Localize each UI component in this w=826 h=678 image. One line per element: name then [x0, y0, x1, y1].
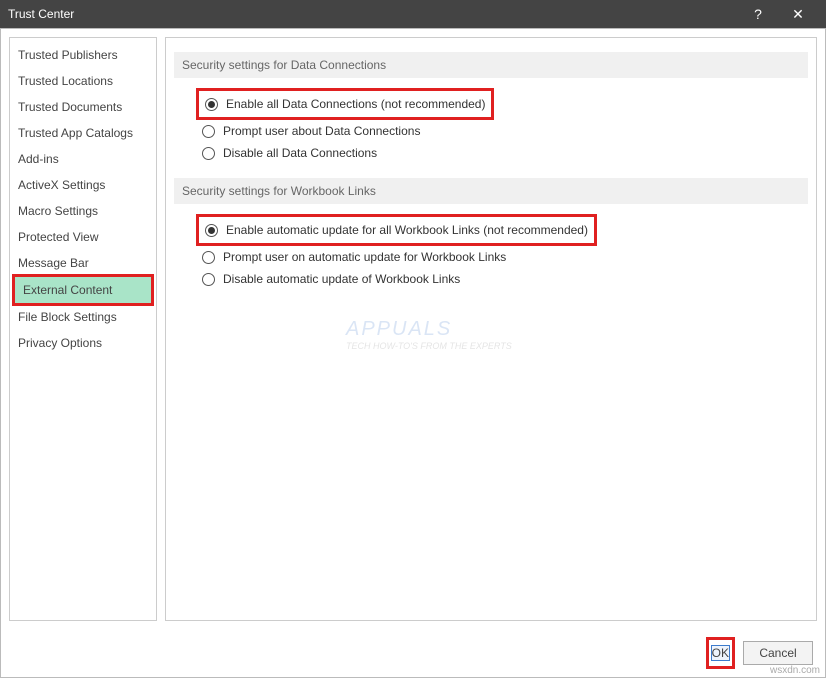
- sidebar-item-protected-view[interactable]: Protected View: [10, 224, 156, 250]
- radio-icon: [205, 224, 218, 237]
- sidebar-item-file-block-settings[interactable]: File Block Settings: [10, 304, 156, 330]
- sidebar-item-privacy-options[interactable]: Privacy Options: [10, 330, 156, 356]
- titlebar: Trust Center ? ✕: [0, 0, 826, 28]
- help-icon[interactable]: ?: [738, 0, 778, 28]
- highlight-annotation: OK: [706, 637, 735, 669]
- radio-label: Disable all Data Connections: [223, 146, 377, 160]
- sidebar-item-trusted-publishers[interactable]: Trusted Publishers: [10, 42, 156, 68]
- radio-icon: [202, 147, 215, 160]
- sidebar-item-trusted-app-catalogs[interactable]: Trusted App Catalogs: [10, 120, 156, 146]
- watermark-sub: TECH HOW-TO'S FROM THE EXPERTS: [346, 341, 512, 351]
- radio-enable-all-data-connections[interactable]: Enable all Data Connections (not recomme…: [201, 93, 485, 115]
- radio-disable-data-connections[interactable]: Disable all Data Connections: [174, 142, 808, 164]
- highlight-annotation: Enable automatic update for all Workbook…: [196, 214, 597, 246]
- radio-icon: [202, 125, 215, 138]
- ok-button[interactable]: OK: [711, 645, 730, 661]
- dialog-body: Trusted Publishers Trusted Locations Tru…: [0, 28, 826, 678]
- content-pane: Security settings for Data Connections E…: [165, 37, 817, 621]
- sidebar-item-external-content[interactable]: External Content: [15, 277, 151, 303]
- cancel-button[interactable]: Cancel: [743, 641, 813, 665]
- watermark-text: APPUALS: [346, 318, 452, 340]
- radio-icon: [202, 273, 215, 286]
- window-title: Trust Center: [8, 7, 738, 21]
- radio-label: Prompt user on automatic update for Work…: [223, 250, 506, 264]
- close-icon[interactable]: ✕: [778, 0, 818, 28]
- radio-label: Enable all Data Connections (not recomme…: [226, 97, 485, 111]
- sidebar-item-message-bar[interactable]: Message Bar: [10, 250, 156, 276]
- radio-label: Enable automatic update for all Workbook…: [226, 223, 588, 237]
- radio-prompt-auto-update-links[interactable]: Prompt user on automatic update for Work…: [174, 246, 808, 268]
- sidebar-item-trusted-locations[interactable]: Trusted Locations: [10, 68, 156, 94]
- radio-label: Disable automatic update of Workbook Lin…: [223, 272, 460, 286]
- sidebar-item-macro-settings[interactable]: Macro Settings: [10, 198, 156, 224]
- sidebar-item-add-ins[interactable]: Add-ins: [10, 146, 156, 172]
- radio-enable-auto-update-links[interactable]: Enable automatic update for all Workbook…: [201, 219, 588, 241]
- credit-text: wsxdn.com: [770, 665, 820, 676]
- watermark: APPUALS TECH HOW-TO'S FROM THE EXPERTS: [346, 318, 512, 351]
- section-header-data-connections: Security settings for Data Connections: [174, 52, 808, 78]
- radio-prompt-data-connections[interactable]: Prompt user about Data Connections: [174, 120, 808, 142]
- radio-icon: [202, 251, 215, 264]
- radio-disable-auto-update-links[interactable]: Disable automatic update of Workbook Lin…: [174, 268, 808, 290]
- section-header-workbook-links: Security settings for Workbook Links: [174, 178, 808, 204]
- radio-label: Prompt user about Data Connections: [223, 124, 420, 138]
- highlight-annotation: Enable all Data Connections (not recomme…: [196, 88, 494, 120]
- sidebar: Trusted Publishers Trusted Locations Tru…: [9, 37, 157, 621]
- highlight-annotation: External Content: [12, 274, 154, 306]
- sidebar-item-trusted-documents[interactable]: Trusted Documents: [10, 94, 156, 120]
- dialog-footer: OK Cancel: [1, 629, 825, 677]
- sidebar-item-activex-settings[interactable]: ActiveX Settings: [10, 172, 156, 198]
- radio-icon: [205, 98, 218, 111]
